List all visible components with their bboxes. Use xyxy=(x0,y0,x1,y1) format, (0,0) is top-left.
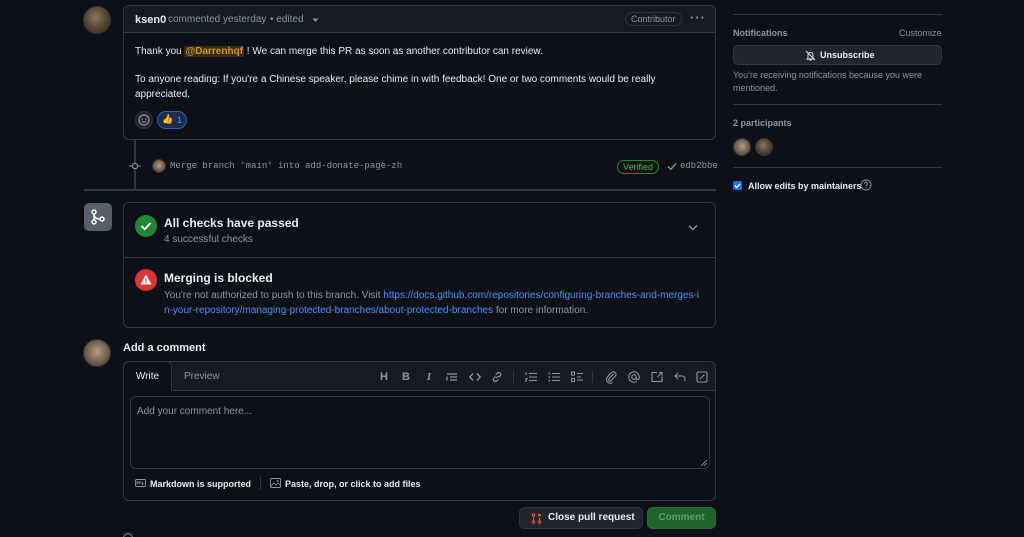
git-merge-icon xyxy=(91,209,105,225)
merge-box: All checks have passed 4 successful chec… xyxy=(123,202,716,328)
footer-separator xyxy=(260,476,261,490)
sidebar-divider xyxy=(733,104,942,105)
heading-icon[interactable]: H xyxy=(377,370,391,384)
quote-icon[interactable] xyxy=(445,370,459,384)
merge-blocked-icon xyxy=(135,269,157,291)
ordered-list-icon[interactable] xyxy=(524,370,538,384)
check-icon xyxy=(667,163,677,171)
comment-author[interactable]: ksen0 xyxy=(135,14,166,26)
comment-text: Thank you xyxy=(135,46,185,57)
contributor-badge: Contributor xyxy=(625,12,682,26)
thumbs-up-icon: 👍 xyxy=(162,114,174,124)
tab-preview[interactable]: Preview xyxy=(184,362,220,391)
add-comment-heading: Add a comment xyxy=(123,342,206,354)
image-icon xyxy=(270,478,281,488)
toolbar-separator xyxy=(592,371,593,383)
commit-dot-icon xyxy=(129,162,141,170)
commit-author-avatar[interactable] xyxy=(152,159,166,173)
attach-icon[interactable] xyxy=(604,370,618,384)
chevron-down-icon[interactable] xyxy=(312,18,319,23)
mention-icon[interactable] xyxy=(627,370,641,384)
close-pull-request-label: Close pull request xyxy=(548,512,635,523)
allow-edits-checkbox[interactable] xyxy=(733,181,742,190)
close-pull-request-button[interactable]: Close pull request xyxy=(519,507,643,529)
chevron-down-icon[interactable] xyxy=(688,224,698,231)
resize-handle-icon[interactable] xyxy=(701,460,707,466)
unordered-list-icon[interactable] xyxy=(547,370,561,384)
merge-box-divider xyxy=(124,257,715,258)
reference-icon[interactable] xyxy=(650,370,664,384)
participant-avatar[interactable] xyxy=(733,138,751,156)
commit-message[interactable]: Merge branch 'main' into add-donate-page… xyxy=(170,161,402,171)
checks-passed-icon xyxy=(135,215,157,237)
unsubscribe-label: Unsubscribe xyxy=(820,50,875,60)
current-user-avatar[interactable] xyxy=(83,339,111,367)
comment-body-line-2: To anyone reading: If you're a Chinese s… xyxy=(135,74,656,100)
git-pull-request-closed-icon xyxy=(531,513,542,524)
verified-badge[interactable]: Verified xyxy=(617,160,660,174)
checkmark-icon xyxy=(734,183,741,189)
attach-note[interactable]: Paste, drop, or click to add files xyxy=(285,479,421,489)
allow-edits-label[interactable]: Allow edits by maintainers xyxy=(748,181,862,191)
fullscreen-icon[interactable] xyxy=(695,370,709,384)
blocked-description: You're not authorized to push to this br… xyxy=(164,288,704,318)
comment-placeholder: Add your comment here... xyxy=(137,406,253,417)
blocked-text: You're not authorized to push to this br… xyxy=(164,290,384,301)
thumbs-up-reaction[interactable]: 👍 1 xyxy=(157,111,187,129)
checks-title[interactable]: All checks have passed xyxy=(164,216,299,230)
comment-editor: Write Preview H B I Add your comment her… xyxy=(123,361,716,501)
bell-slash-icon xyxy=(805,50,816,61)
bottom-partial-icon xyxy=(123,533,133,537)
comment-meta: commented yesterday xyxy=(168,14,267,25)
question-icon[interactable] xyxy=(860,179,872,191)
customize-link[interactable]: Customize xyxy=(899,28,942,38)
unsubscribe-button[interactable]: Unsubscribe xyxy=(733,45,942,65)
participants-label: 2 participants xyxy=(733,118,792,128)
notification-reason: You're receiving notifications because y… xyxy=(733,70,922,93)
editor-tabs: Write Preview H B I xyxy=(123,361,715,391)
mention-link[interactable]: @Darrenhqf xyxy=(184,46,245,57)
italic-icon[interactable]: I xyxy=(422,370,436,384)
code-icon[interactable] xyxy=(468,370,482,384)
comment-header: ksen0 commented yesterday • edited Contr… xyxy=(124,6,715,33)
checks-subtitle: 4 successful checks xyxy=(164,234,253,245)
more-options-icon[interactable]: ··· xyxy=(690,10,706,25)
commit-sha[interactable]: edb2bbe xyxy=(680,161,718,171)
comment-body-line-1: Thank you @Darrenhqf ! We can merge this… xyxy=(135,46,543,57)
blocked-text: for more information. xyxy=(493,305,589,316)
markdown-note[interactable]: Markdown is supported xyxy=(150,479,251,489)
sidebar-divider xyxy=(733,14,942,15)
participant-avatar[interactable] xyxy=(755,138,773,156)
comment-edited[interactable]: • edited xyxy=(270,14,304,25)
reaction-count: 1 xyxy=(177,115,183,125)
tab-write[interactable]: Write xyxy=(123,361,172,391)
task-list-icon[interactable] xyxy=(570,370,584,384)
notifications-label: Notifications xyxy=(733,28,788,38)
smiley-icon xyxy=(138,114,150,126)
comment-card: ksen0 commented yesterday • edited Contr… xyxy=(123,5,716,140)
comment-text: ! We can merge this PR as soon as anothe… xyxy=(244,46,543,57)
merge-status-icon xyxy=(84,203,112,231)
blocked-title: Merging is blocked xyxy=(164,271,273,285)
comment-button[interactable]: Comment xyxy=(647,507,716,529)
timeline-divider xyxy=(84,189,716,191)
sidebar-divider xyxy=(733,167,942,168)
link-icon[interactable] xyxy=(490,370,504,384)
add-reaction-button[interactable] xyxy=(135,111,153,129)
comment-textarea[interactable]: Add your comment here... xyxy=(130,396,710,469)
comment-author-avatar[interactable] xyxy=(83,6,111,34)
toolbar-separator xyxy=(513,371,514,383)
undo-icon[interactable] xyxy=(673,370,687,384)
markdown-icon xyxy=(135,479,146,487)
bold-icon[interactable]: B xyxy=(399,370,413,384)
